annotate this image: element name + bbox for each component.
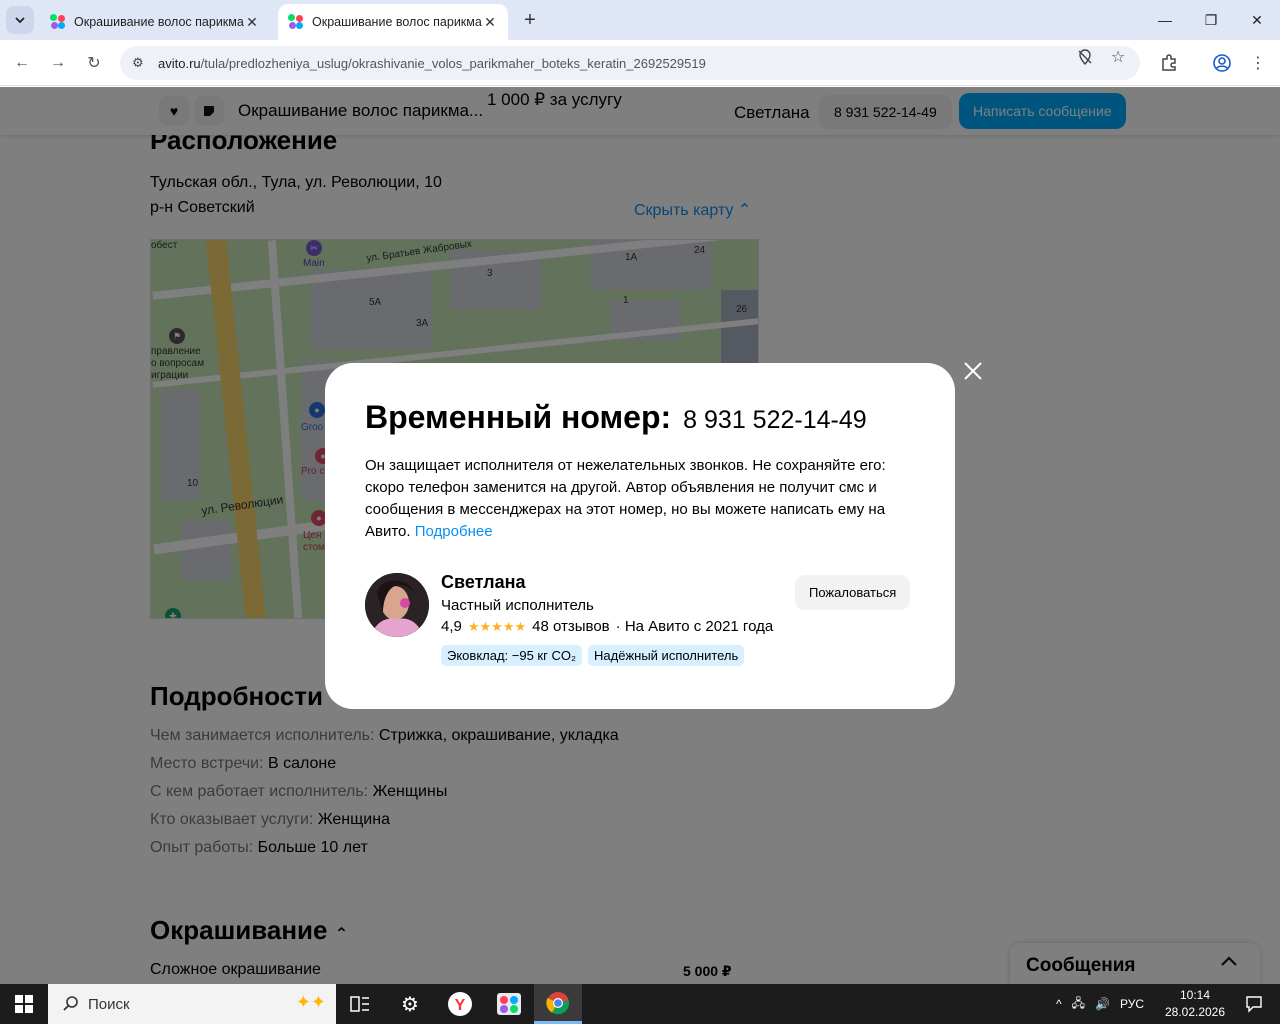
tab-title: Окрашивание волос парикмах xyxy=(74,15,244,29)
volume-icon[interactable]: 🔊 xyxy=(1095,997,1110,1011)
modal-title: Временный номер: xyxy=(365,399,672,435)
app-grid-icon[interactable] xyxy=(485,984,533,1024)
svg-text:Y: Y xyxy=(455,997,466,1014)
clock-date: 28.02.2026 xyxy=(1164,1005,1226,1019)
seller-badges: Эковклад: −95 кг CO₂ Надёжный исполнител… xyxy=(441,645,745,666)
temporary-phone-number[interactable]: 8 931 522-14-49 xyxy=(683,406,866,435)
reload-button[interactable]: ↻ xyxy=(81,50,107,76)
close-icon[interactable] xyxy=(960,358,986,384)
address-bar[interactable]: ⚙ avito.ru/tula/predlozheniya_uslug/okra… xyxy=(120,46,1140,80)
url-text: avito.ru/tula/predlozheniya_uslug/okrash… xyxy=(158,55,706,71)
back-button[interactable]: ← xyxy=(9,50,35,76)
browser-toolbar: ← → ↻ ⚙ avito.ru/tula/predlozheniya_uslu… xyxy=(0,40,1280,86)
avito-favicon-icon xyxy=(288,14,304,30)
rating-stars-icon: ★★★★★ xyxy=(467,618,527,634)
search-icon xyxy=(63,996,78,1011)
clock[interactable]: 10:14 28.02.2026 xyxy=(1160,987,1230,1021)
tab-title: Окрашивание волос парикмах xyxy=(312,15,482,29)
task-view-icon[interactable] xyxy=(336,984,384,1024)
chrome-icon[interactable] xyxy=(534,984,582,1024)
reviews-link[interactable]: 48 отзывов xyxy=(532,618,610,635)
close-tab-icon[interactable]: ✕ xyxy=(244,14,260,31)
site-info-icon[interactable]: ⚙ xyxy=(132,55,152,71)
chevron-up-icon[interactable]: ^ xyxy=(1056,997,1062,1011)
browser-tab[interactable]: Окрашивание волос парикмах ✕ xyxy=(40,4,270,40)
seller-rating: 4,9 ★★★★★ 48 отзывов · На Авито с 2021 г… xyxy=(441,618,773,635)
new-tab-button[interactable]: + xyxy=(518,9,542,33)
bookmark-star-icon[interactable]: ☆ xyxy=(1109,48,1127,66)
rating-value: 4,9 xyxy=(441,618,462,635)
seller-role: Частный исполнитель xyxy=(441,597,594,614)
restore-button[interactable]: ❐ xyxy=(1188,0,1234,40)
more-info-link[interactable]: Подробнее xyxy=(415,523,493,540)
close-tab-icon[interactable]: ✕ xyxy=(482,14,498,31)
windows-start-icon[interactable] xyxy=(0,984,48,1024)
taskbar-search[interactable]: Поиск ✦✦ xyxy=(48,984,336,1024)
network-icon[interactable]: 🖧 xyxy=(1072,994,1085,1015)
profile-icon[interactable] xyxy=(1211,52,1233,74)
avito-favicon-icon xyxy=(50,14,66,30)
settings-gear-icon[interactable]: ⚙ xyxy=(386,984,434,1024)
tab-strip: Окрашивание волос парикмах ✕ Окрашивание… xyxy=(0,0,1280,40)
minimize-button[interactable]: — xyxy=(1142,0,1188,40)
close-window-button[interactable]: ✕ xyxy=(1234,0,1280,40)
member-since: · На Авито с 2021 года xyxy=(615,618,774,635)
chevron-down-icon xyxy=(15,17,25,24)
temporary-number-modal: Временный номер: 8 931 522-14-49 Он защи… xyxy=(325,363,955,709)
clock-time: 10:14 xyxy=(1179,988,1211,1002)
taskbar: Поиск ✦✦ ⚙ Y ^ 🖧 🔊 РУС 10:14 28.02.2026 xyxy=(0,984,1280,1024)
modal-description: Он защищает исполнителя от нежелательных… xyxy=(365,457,886,540)
forward-button[interactable]: → xyxy=(45,50,71,76)
location-blocked-icon[interactable] xyxy=(1076,48,1094,66)
reliable-badge[interactable]: Надёжный исполнитель xyxy=(588,645,745,666)
report-button[interactable]: Пожаловаться xyxy=(795,575,911,610)
seller-name[interactable]: Светлана xyxy=(441,572,526,593)
tab-search-button[interactable] xyxy=(6,6,34,34)
eco-badge[interactable]: Эковклад: −95 кг CO₂ xyxy=(441,645,583,666)
modal-header: Временный номер: 8 931 522-14-49 xyxy=(365,399,867,436)
notification-icon[interactable] xyxy=(1230,984,1278,1024)
language-indicator[interactable]: РУС xyxy=(1120,997,1144,1011)
extensions-icon[interactable] xyxy=(1158,52,1180,74)
browser-tab-active[interactable]: Окрашивание волос парикмах ✕ xyxy=(278,4,508,40)
sparkle-icon: ✦✦ xyxy=(295,992,326,1012)
avatar[interactable] xyxy=(365,573,429,637)
menu-icon[interactable]: ⋮ xyxy=(1247,52,1269,74)
system-tray: ^ 🖧 🔊 РУС xyxy=(1056,984,1144,1024)
yandex-browser-icon[interactable]: Y xyxy=(436,984,484,1024)
search-placeholder: Поиск xyxy=(88,995,130,1013)
